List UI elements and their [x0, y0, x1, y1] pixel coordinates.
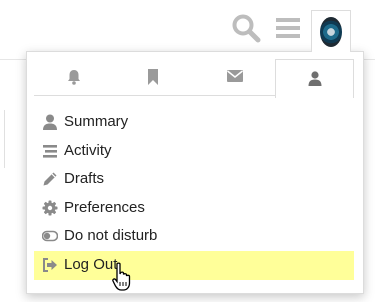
- bell-icon: [68, 70, 80, 85]
- user-menu-toggle[interactable]: [311, 10, 351, 52]
- user-menu-items: Summary Activity Drafts Preferences Do n…: [27, 108, 363, 280]
- tab-profile[interactable]: [275, 59, 354, 98]
- user-menu-panel: Summary Activity Drafts Preferences Do n…: [26, 51, 364, 294]
- user-icon: [308, 71, 322, 86]
- menu-item-log-out[interactable]: Log Out: [34, 250, 354, 280]
- user-avatar: [320, 17, 342, 47]
- tab-notifications[interactable]: [34, 60, 114, 96]
- menu-item-do-not-disturb[interactable]: Do not disturb: [27, 222, 363, 251]
- tab-messages[interactable]: [194, 60, 274, 96]
- toggle-off-icon: [42, 231, 58, 242]
- menu-item-drafts[interactable]: Drafts: [27, 165, 363, 194]
- menu-item-label: Do not disturb: [64, 227, 158, 245]
- menu-item-label: Activity: [64, 141, 112, 159]
- sign-out-icon: [43, 257, 57, 272]
- menu-item-label: Log Out: [64, 255, 118, 273]
- menu-item-label: Preferences: [64, 198, 145, 216]
- user-menu-tabs: [27, 52, 363, 98]
- menu-item-activity[interactable]: Activity: [27, 137, 363, 166]
- menu-item-summary[interactable]: Summary: [27, 108, 363, 137]
- bookmark-icon: [148, 69, 158, 85]
- stream-icon: [43, 144, 57, 158]
- hamburger-menu-icon[interactable]: [275, 16, 301, 40]
- hand-pointer-cursor-icon: [112, 262, 131, 291]
- pencil-icon: [43, 172, 57, 186]
- cog-icon: [42, 200, 58, 216]
- user-icon: [43, 114, 57, 130]
- tab-bookmarks[interactable]: [114, 60, 194, 96]
- search-icon[interactable]: [231, 13, 261, 43]
- menu-item-label: Drafts: [64, 170, 105, 188]
- menu-item-preferences[interactable]: Preferences: [27, 194, 363, 223]
- background-content-edge: [0, 110, 5, 168]
- menu-item-label: Summary: [64, 113, 129, 130]
- envelope-icon: [227, 70, 243, 82]
